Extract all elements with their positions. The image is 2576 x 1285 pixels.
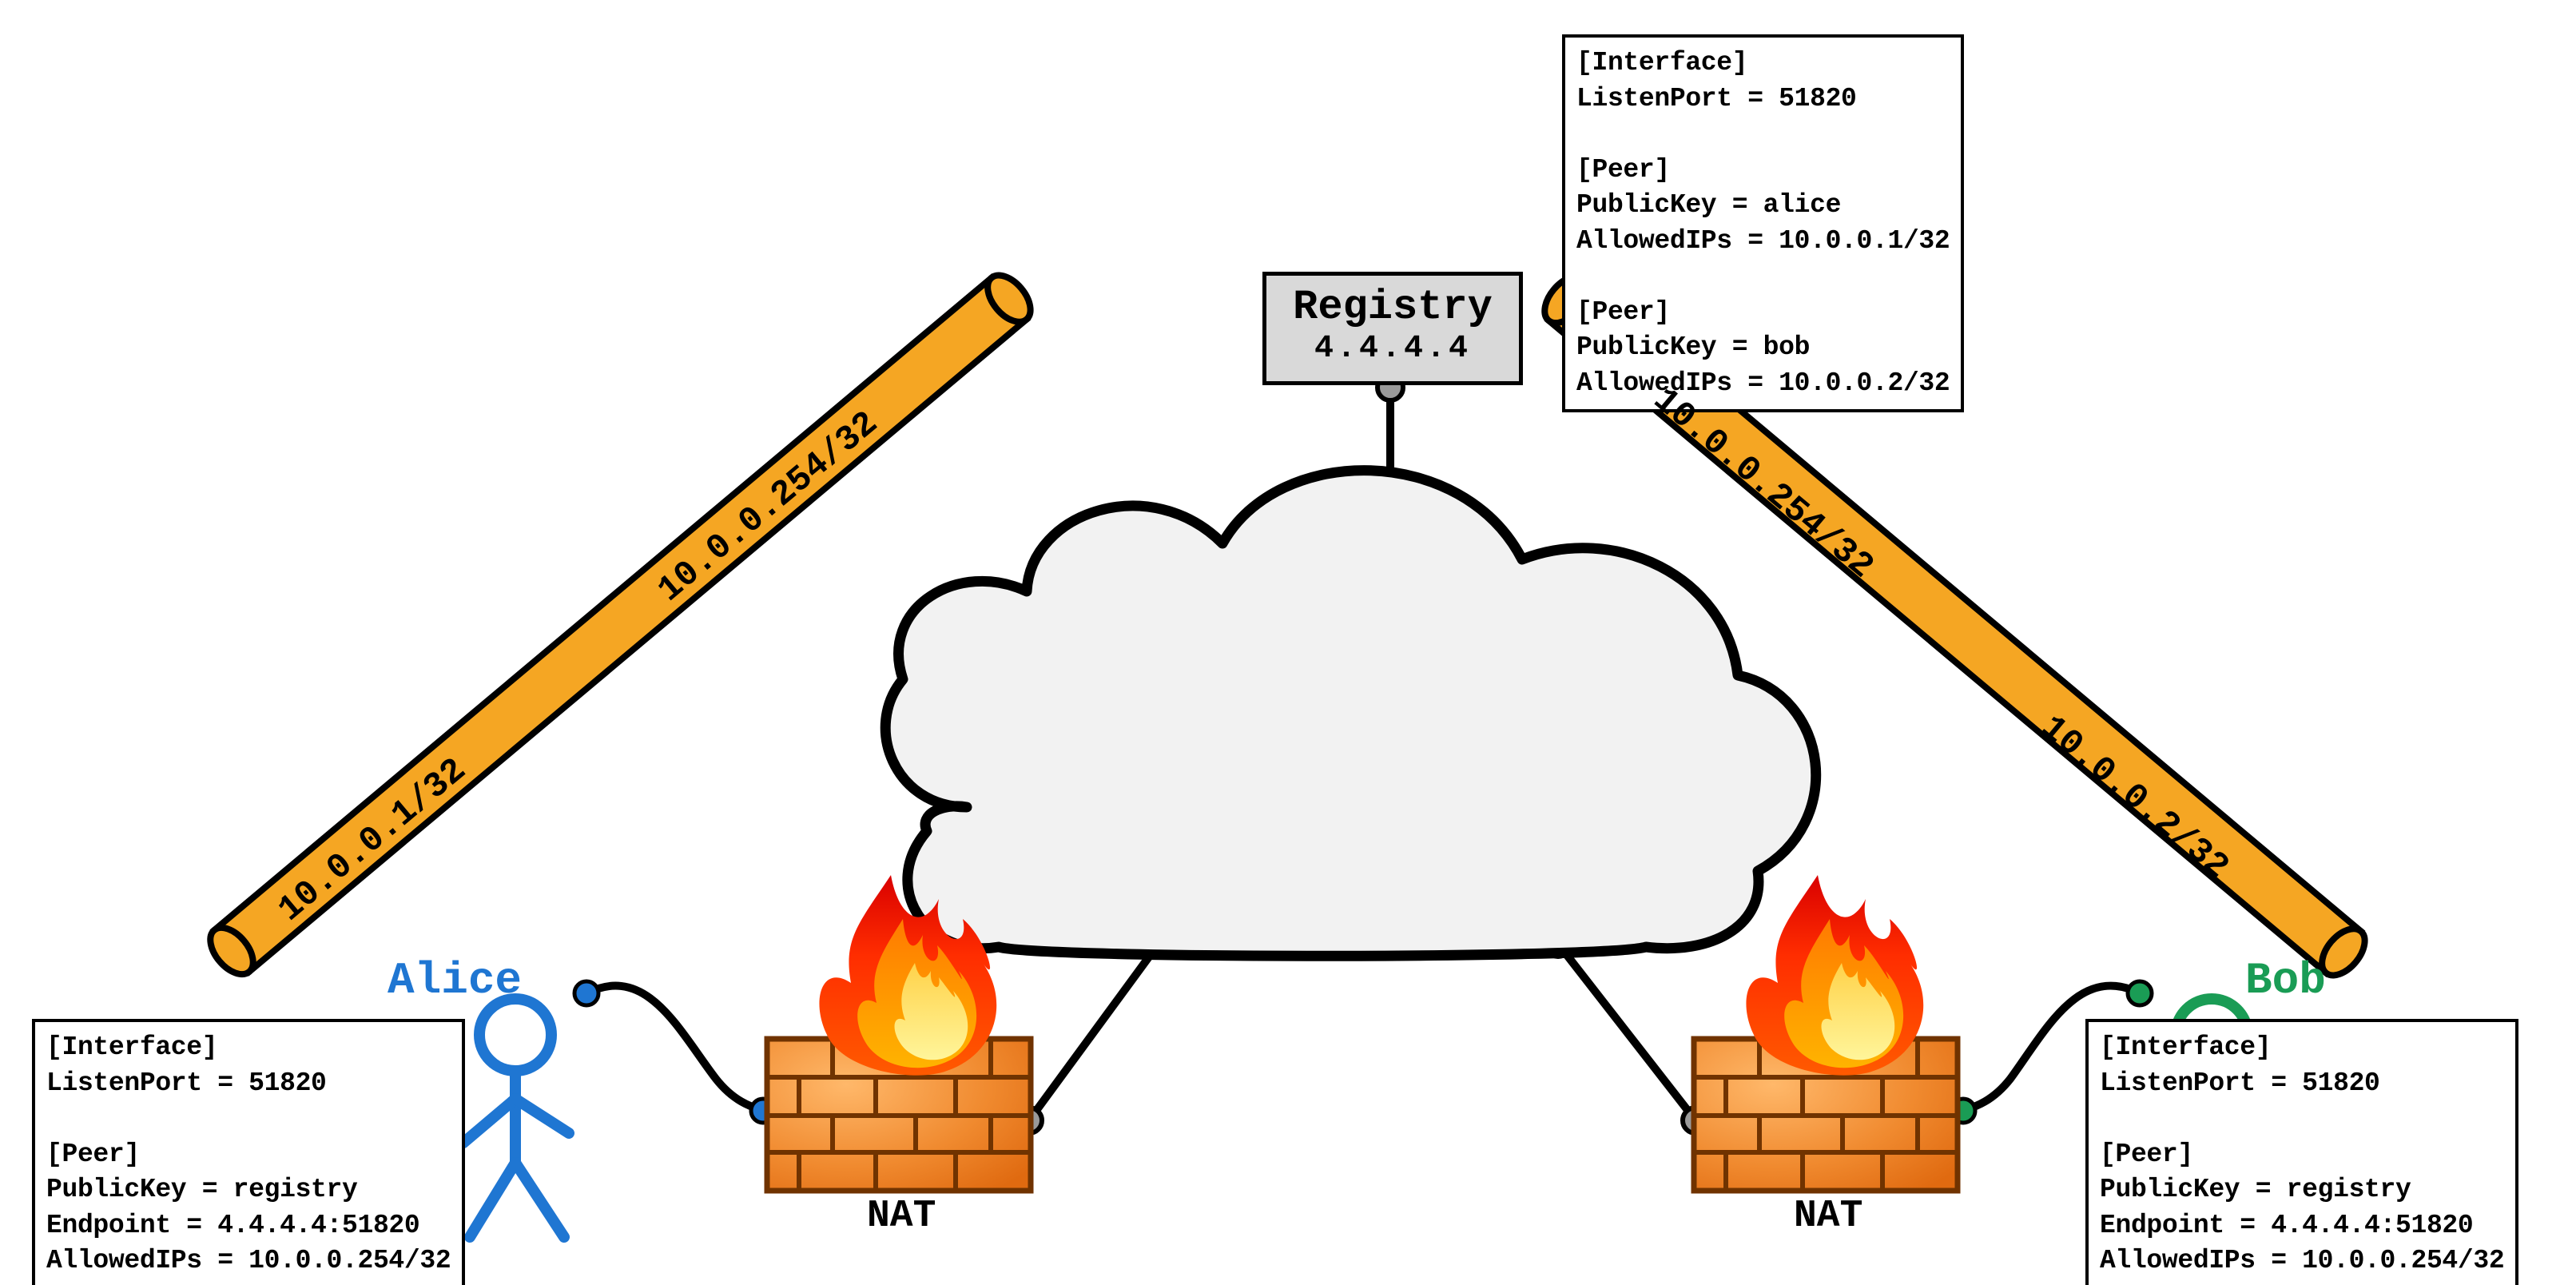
registry-ip: 4.4.4.4 [1289,331,1497,367]
cloud-icon [885,471,1815,957]
alice-icon [463,999,569,1237]
alice-config: [Interface] ListenPort = 51820 [Peer] Pu… [32,1019,465,1285]
bob-config: [Interface] ListenPort = 51820 [Peer] Pu… [2085,1019,2518,1285]
registry-config: [Interface] ListenPort = 51820 [Peer] Pu… [1562,34,1964,412]
registry-title: Registry [1289,284,1497,331]
alice-label: Alice [388,955,522,1006]
registry-box: Registry 4.4.4.4 [1262,272,1523,385]
bob-label: Bob [2245,955,2326,1006]
nat-label-right: NAT [1794,1195,1862,1238]
nat-label-left: NAT [867,1195,936,1238]
